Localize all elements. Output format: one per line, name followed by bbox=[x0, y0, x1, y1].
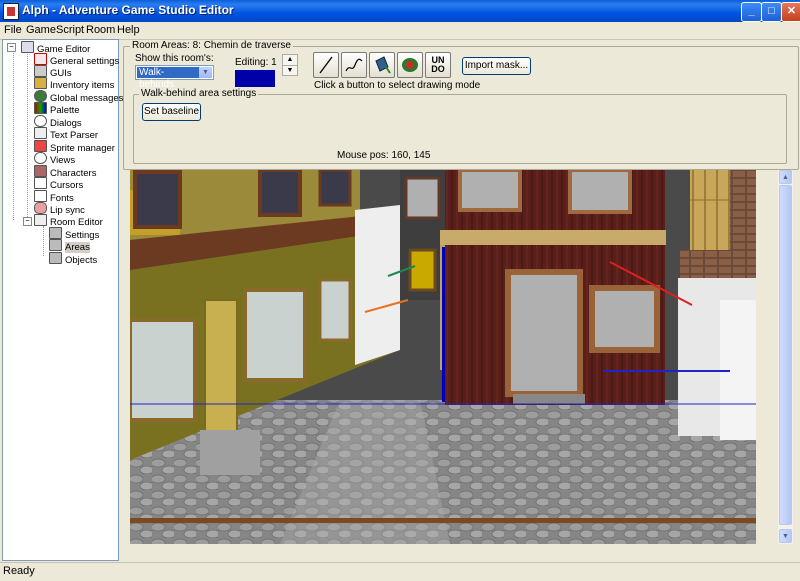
tree-item-cursors[interactable]: Cursors bbox=[34, 177, 83, 191]
room-areas-title: Room Areas: 8: Chemin de traverse bbox=[130, 40, 293, 51]
tree-item-text-parser[interactable]: Text Parser bbox=[34, 127, 98, 141]
menu-file[interactable]: File bbox=[4, 24, 22, 36]
tree-item-room-objects[interactable]: Objects bbox=[49, 252, 97, 266]
editing-color bbox=[235, 70, 275, 87]
set-baseline-button[interactable]: Set baseline bbox=[142, 103, 201, 121]
editing-color-swatch bbox=[235, 70, 275, 87]
status-text: Ready bbox=[3, 565, 35, 577]
window-title: Alph - Adventure Game Studio Editor bbox=[22, 3, 234, 17]
menu-script[interactable]: Script bbox=[56, 24, 84, 36]
line-tool-button[interactable] bbox=[313, 52, 339, 78]
tree-item-palette[interactable]: Palette bbox=[34, 102, 80, 116]
character-icon bbox=[34, 165, 47, 177]
eraser-tool-icon bbox=[402, 58, 418, 72]
font-icon bbox=[34, 190, 47, 202]
room-vertical-scrollbar[interactable]: ▲ ▼ bbox=[778, 170, 793, 544]
tree-item-inventory-items[interactable]: Inventory items bbox=[34, 77, 114, 91]
editing-spinner[interactable]: ▲ ▼ bbox=[282, 54, 298, 76]
scroll-thumb[interactable] bbox=[779, 185, 792, 525]
import-mask-button[interactable]: Import mask... bbox=[462, 57, 531, 75]
palette-icon bbox=[34, 102, 47, 114]
text-icon bbox=[34, 127, 47, 139]
freehand-tool-icon bbox=[345, 58, 363, 72]
line-tool-icon bbox=[319, 56, 333, 74]
status-bar: Ready bbox=[0, 562, 800, 581]
chevron-down-icon[interactable]: ▼ bbox=[199, 67, 212, 78]
spin-up-icon[interactable]: ▲ bbox=[283, 55, 297, 66]
tree-item-room-editor[interactable]: Room Editor bbox=[34, 214, 103, 228]
areas-icon bbox=[49, 239, 62, 251]
scroll-up-icon[interactable]: ▲ bbox=[779, 170, 792, 184]
menu-help[interactable]: Help bbox=[117, 24, 140, 36]
show-label: Show this room's: bbox=[135, 53, 214, 64]
app-icon bbox=[3, 3, 19, 20]
fill-tool-button[interactable] bbox=[369, 52, 395, 78]
tree-line bbox=[13, 48, 14, 220]
tree-collapse-toggle-room[interactable]: − bbox=[23, 217, 32, 226]
freehand-tool-button[interactable] bbox=[341, 52, 367, 78]
views-icon bbox=[34, 152, 47, 164]
settings-icon bbox=[49, 227, 62, 239]
room-canvas[interactable] bbox=[130, 170, 756, 544]
tool-hint: Click a button to select drawing mode bbox=[314, 80, 481, 91]
gui-icon bbox=[34, 65, 47, 77]
project-tree[interactable]: − Game Editor General settings GUIs Inve… bbox=[2, 39, 123, 561]
tree-line bbox=[27, 54, 28, 219]
show-select[interactable]: Walk-behinds ▼ bbox=[135, 65, 214, 90]
spin-down-icon[interactable]: ▼ bbox=[283, 66, 297, 75]
key-icon bbox=[34, 77, 47, 89]
cursor-icon bbox=[34, 177, 47, 189]
maximize-button[interactable]: □ bbox=[761, 2, 782, 22]
walkbehind-group bbox=[133, 94, 787, 164]
editing-label: Editing: 1 bbox=[235, 57, 277, 68]
room-scene bbox=[130, 170, 756, 544]
room-icon bbox=[34, 214, 47, 226]
fill-tool-icon bbox=[375, 56, 391, 74]
title-bar: Alph - Adventure Game Studio Editor _ □ … bbox=[0, 0, 800, 22]
lips-icon bbox=[34, 202, 47, 214]
close-button[interactable]: ✕ bbox=[781, 2, 800, 22]
tree-line bbox=[43, 226, 44, 256]
undo-button[interactable]: UN DO bbox=[425, 52, 451, 78]
show-select-value: Walk-behinds bbox=[137, 67, 199, 90]
minimize-button[interactable]: _ bbox=[741, 2, 762, 22]
checkmark-icon bbox=[34, 53, 47, 65]
menu-room[interactable]: Room bbox=[86, 24, 115, 36]
sprite-icon bbox=[34, 140, 47, 152]
walkbehind-title: Walk-behind area settings bbox=[139, 88, 259, 99]
tree-item-room-areas[interactable]: Areas bbox=[49, 239, 90, 253]
globe-icon bbox=[34, 90, 47, 102]
objects-icon bbox=[49, 252, 62, 264]
speech-bubble-icon bbox=[34, 115, 47, 127]
menu-bar: File Game Script Room Help bbox=[0, 22, 800, 40]
tree-collapse-toggle[interactable]: − bbox=[7, 43, 16, 52]
tree-item-views[interactable]: Views bbox=[34, 152, 75, 166]
eraser-tool-button[interactable] bbox=[397, 52, 423, 78]
folder-icon bbox=[21, 41, 34, 53]
mouse-pos-readout: Mouse pos: 160, 145 bbox=[337, 150, 431, 161]
scroll-down-icon[interactable]: ▼ bbox=[779, 529, 792, 543]
menu-game[interactable]: Game bbox=[26, 24, 56, 36]
